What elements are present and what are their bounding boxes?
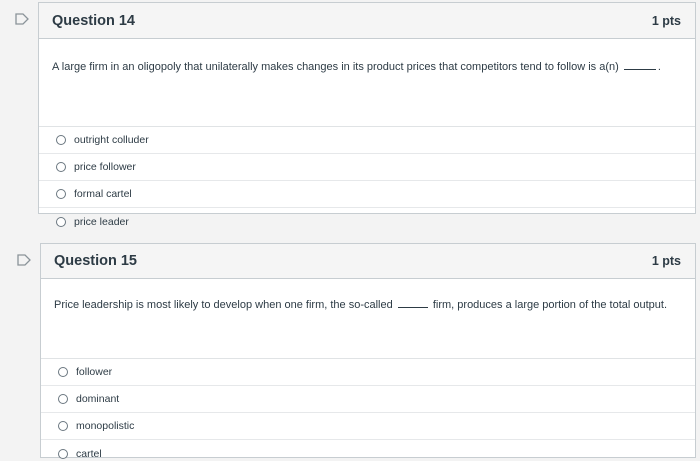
radio-button[interactable] — [56, 216, 66, 227]
answer-label[interactable]: cartel — [76, 448, 102, 460]
answer-label[interactable]: price leader — [74, 216, 129, 228]
question-title: Question 15 — [54, 253, 137, 269]
question-text: Price leadership is most likely to devel… — [41, 279, 695, 359]
radio-button[interactable] — [58, 448, 68, 459]
answer-blank — [623, 61, 656, 70]
radio-button[interactable] — [56, 135, 66, 145]
answer-option[interactable]: outright colluder — [39, 127, 695, 154]
radio-button[interactable] — [58, 394, 68, 404]
radio-button[interactable] — [58, 421, 68, 431]
answer-label[interactable]: dominant — [76, 393, 119, 405]
question-card-15: Question 15 1 pts Price leadership is mo… — [40, 243, 696, 461]
radio-button[interactable] — [56, 189, 66, 199]
question-header: Question 15 1 pts — [41, 244, 695, 279]
question-header: Question 14 1 pts — [39, 3, 695, 39]
answer-option[interactable]: follower — [41, 359, 695, 386]
question-text-after: . — [657, 61, 661, 73]
answer-label[interactable]: monopolistic — [76, 420, 134, 432]
answer-option[interactable]: formal cartel — [39, 181, 695, 208]
answer-option[interactable]: price leader — [39, 208, 695, 235]
answer-option[interactable]: cartel — [41, 440, 695, 461]
question-text-before: Price leadership is most likely to devel… — [54, 299, 393, 311]
question-text-before: A large firm in an oligopoly that unilat… — [52, 61, 619, 73]
answer-label[interactable]: price follower — [74, 161, 136, 173]
radio-button[interactable] — [56, 162, 66, 172]
answer-option[interactable]: price follower — [39, 154, 695, 181]
question-points: 1 pts — [651, 13, 681, 28]
answer-option[interactable]: dominant — [41, 386, 695, 413]
question-points: 1 pts — [651, 254, 681, 268]
radio-button[interactable] — [58, 367, 68, 377]
question-text: A large firm in an oligopoly that unilat… — [39, 39, 695, 127]
answer-blank — [397, 299, 428, 308]
answer-label[interactable]: follower — [76, 366, 112, 378]
question-title: Question 14 — [52, 12, 135, 29]
answer-label[interactable]: formal cartel — [74, 188, 132, 200]
flag-icon[interactable] — [14, 12, 30, 26]
flag-icon[interactable] — [16, 253, 32, 267]
question-card-14: Question 14 1 pts A large firm in an oli… — [38, 2, 696, 228]
answer-option[interactable]: monopolistic — [41, 413, 695, 440]
question-text-after: firm, produces a large portion of the to… — [432, 299, 668, 311]
answer-label[interactable]: outright colluder — [74, 134, 149, 146]
